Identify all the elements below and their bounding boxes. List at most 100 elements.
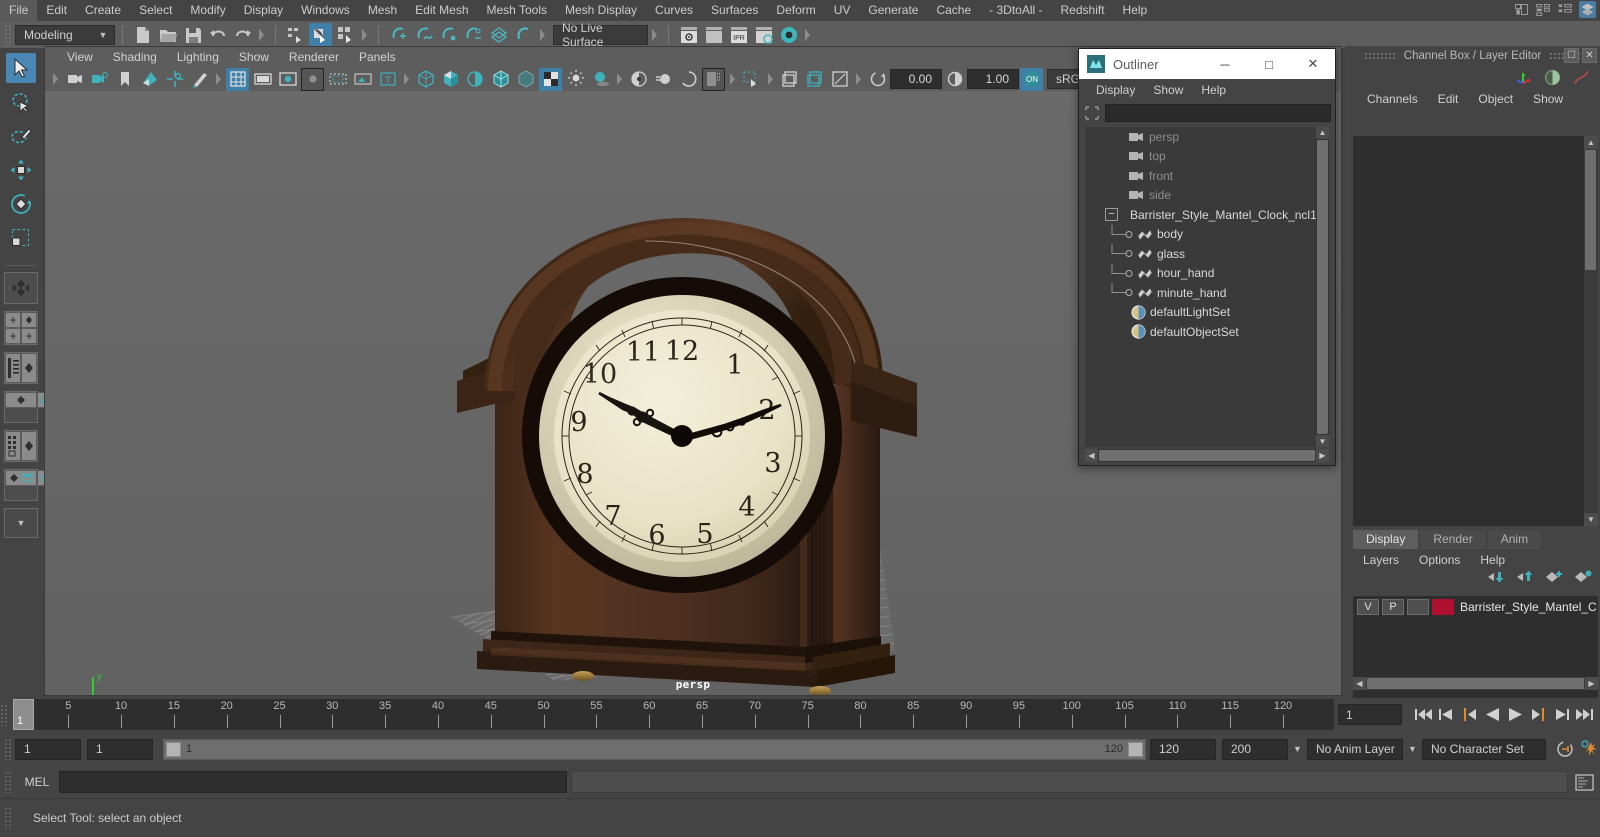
menu-3dtoall[interactable]: - 3DtoAll - xyxy=(980,0,1051,21)
shade-selected-icon[interactable] xyxy=(464,68,487,91)
undo-icon[interactable] xyxy=(206,23,229,46)
open-scene-icon[interactable] xyxy=(156,23,179,46)
layer-editor-toggle-icon[interactable] xyxy=(1579,1,1596,18)
grease-pencil-icon[interactable] xyxy=(188,68,211,91)
render-view-icon[interactable] xyxy=(777,23,800,46)
rotate-tool[interactable] xyxy=(6,189,36,219)
range-start-field[interactable]: 1 xyxy=(87,738,153,760)
viewport-menu-lighting[interactable]: Lighting xyxy=(167,47,229,67)
channel-box-attribute-list[interactable]: ▲ ▼ xyxy=(1353,136,1598,526)
shelf-more-layouts[interactable]: ▼ xyxy=(4,508,38,538)
close-panel-icon[interactable]: ✕ xyxy=(1582,48,1597,63)
two-d-pan-zoom-icon[interactable] xyxy=(163,68,186,91)
make-live-icon[interactable] xyxy=(512,23,535,46)
camera-attributes-icon[interactable] xyxy=(88,68,111,91)
shelf-outliner-persp[interactable] xyxy=(4,352,38,384)
layer-row[interactable]: V P Barrister_Style_Mantel_C xyxy=(1353,596,1598,615)
outliner-item-body[interactable]: body xyxy=(1085,224,1329,245)
gamma-reset-icon[interactable] xyxy=(943,68,966,91)
save-scene-icon[interactable] xyxy=(181,23,204,46)
viewport-menu-panels[interactable]: Panels xyxy=(349,47,406,67)
layer-visibility-toggle[interactable]: V xyxy=(1357,598,1379,615)
layer-name[interactable]: Barrister_Style_Mantel_C xyxy=(1460,600,1597,614)
ipr-render-icon[interactable]: IPR xyxy=(727,23,750,46)
workspace-selector[interactable]: Modeling ▼ xyxy=(15,24,115,45)
animation-start-field[interactable]: 1 xyxy=(15,738,81,760)
view-transform-teal-icon[interactable] xyxy=(803,68,826,91)
render-sequence-icon[interactable] xyxy=(702,23,725,46)
channelbox-menu-show[interactable]: Show xyxy=(1523,88,1573,110)
current-frame-field[interactable]: 1 xyxy=(1338,704,1402,725)
snap-grid-icon[interactable] xyxy=(387,23,410,46)
outliner-item-glass[interactable]: glass xyxy=(1085,244,1329,264)
toolbar-grip[interactable] xyxy=(4,23,12,46)
helpline-grip[interactable] xyxy=(4,807,12,829)
render-settings-icon[interactable] xyxy=(752,23,775,46)
anim-layer-field[interactable]: No Anim Layer xyxy=(1307,738,1403,760)
viewport-menu-renderer[interactable]: Renderer xyxy=(279,47,349,67)
menu-modify[interactable]: Modify xyxy=(181,0,234,21)
channelbox-menu-channels[interactable]: Channels xyxy=(1357,88,1428,110)
scroll-thumb[interactable] xyxy=(1585,150,1596,270)
viewport-menu-shading[interactable]: Shading xyxy=(103,47,167,67)
gamma-correct-icon[interactable] xyxy=(828,68,851,91)
channel-box-toggle-icon[interactable] xyxy=(1535,1,1552,18)
outliner-menu-show[interactable]: Show xyxy=(1144,79,1192,101)
exposure-field[interactable]: 0.00 xyxy=(890,69,942,89)
redo-icon[interactable] xyxy=(231,23,254,46)
menu-edit[interactable]: Edit xyxy=(37,0,76,21)
field-chart-icon[interactable] xyxy=(301,67,324,91)
auto-key-icon[interactable] xyxy=(1554,738,1577,760)
layer-color-swatch[interactable] xyxy=(1432,598,1454,615)
isolate-select-icon[interactable] xyxy=(740,68,763,91)
persp-outliner-split-icon[interactable] xyxy=(5,470,37,486)
scroll-left-icon[interactable]: ◀ xyxy=(1085,449,1098,462)
scroll-left-icon[interactable]: ◀ xyxy=(1353,677,1366,690)
commandline-grip[interactable] xyxy=(4,771,12,793)
step-back-key-icon[interactable] xyxy=(1458,704,1481,726)
depth-of-field-icon[interactable] xyxy=(702,67,725,91)
attribute-editor-toggle-icon[interactable] xyxy=(1557,1,1574,18)
use-all-lights-icon[interactable] xyxy=(564,68,587,91)
range-slider[interactable]: 1 120 xyxy=(163,738,1146,760)
smooth-shade-all-icon[interactable] xyxy=(439,68,462,91)
outliner-menu-help[interactable]: Help xyxy=(1192,79,1235,101)
move-layer-down-icon[interactable] xyxy=(1516,570,1534,584)
film-gate-icon[interactable] xyxy=(251,68,274,91)
outliner-item-default-object-set[interactable]: defaultObjectSet xyxy=(1085,322,1329,342)
curve-icon[interactable] xyxy=(1573,69,1590,86)
shelf-persp-graph2[interactable] xyxy=(4,469,69,501)
outliner-vertical-scrollbar[interactable]: ▲ ▼ xyxy=(1316,127,1329,447)
command-output[interactable] xyxy=(571,771,1568,793)
go-to-end-icon[interactable] xyxy=(1573,704,1596,726)
shelf-persp-graph[interactable] xyxy=(4,391,69,423)
layers-menu-help[interactable]: Help xyxy=(1470,550,1515,570)
menu-uv[interactable]: UV xyxy=(825,0,860,21)
color-management-toggle[interactable]: ON xyxy=(1020,67,1043,91)
screen-space-ao-icon[interactable] xyxy=(627,68,650,91)
menu-cache[interactable]: Cache xyxy=(927,0,980,21)
outliner-item-clock-group[interactable]: − Barrister_Style_Mantel_Clock_ncl1_1 xyxy=(1085,205,1329,225)
range-end-field[interactable]: 120 xyxy=(1150,738,1216,760)
collapse-expand-toggle[interactable]: − xyxy=(1105,208,1118,222)
rangeslider-grip[interactable] xyxy=(4,738,12,760)
outliner-item-hour-hand[interactable]: hour_hand xyxy=(1085,263,1329,284)
outliner-item-top[interactable]: top xyxy=(1085,147,1329,167)
viewport-menu-view[interactable]: View xyxy=(57,47,103,67)
manipulator-icon[interactable] xyxy=(1515,69,1532,86)
menu-file[interactable]: File xyxy=(0,0,38,21)
menu-edit-mesh[interactable]: Edit Mesh xyxy=(406,0,477,21)
snap-projected-icon[interactable] xyxy=(462,23,485,46)
viewport-menu-show[interactable]: Show xyxy=(229,47,279,67)
scroll-right-icon[interactable]: ▶ xyxy=(1316,449,1329,462)
menu-windows[interactable]: Windows xyxy=(292,0,359,21)
select-camera-icon[interactable] xyxy=(63,68,86,91)
panel-grip-left[interactable] xyxy=(1363,52,1396,60)
chevron-down-icon[interactable]: ▼ xyxy=(1288,739,1307,760)
text-overlay-icon[interactable]: T xyxy=(376,68,399,91)
outliner-tree[interactable]: persp top front side − Barrister_Style_M… xyxy=(1085,127,1329,447)
hypershade-layout-icon[interactable] xyxy=(5,431,21,461)
select-component-icon[interactable] xyxy=(334,23,357,46)
scale-tool[interactable] xyxy=(6,223,36,253)
show-hide-editors-icon[interactable] xyxy=(1513,1,1530,18)
